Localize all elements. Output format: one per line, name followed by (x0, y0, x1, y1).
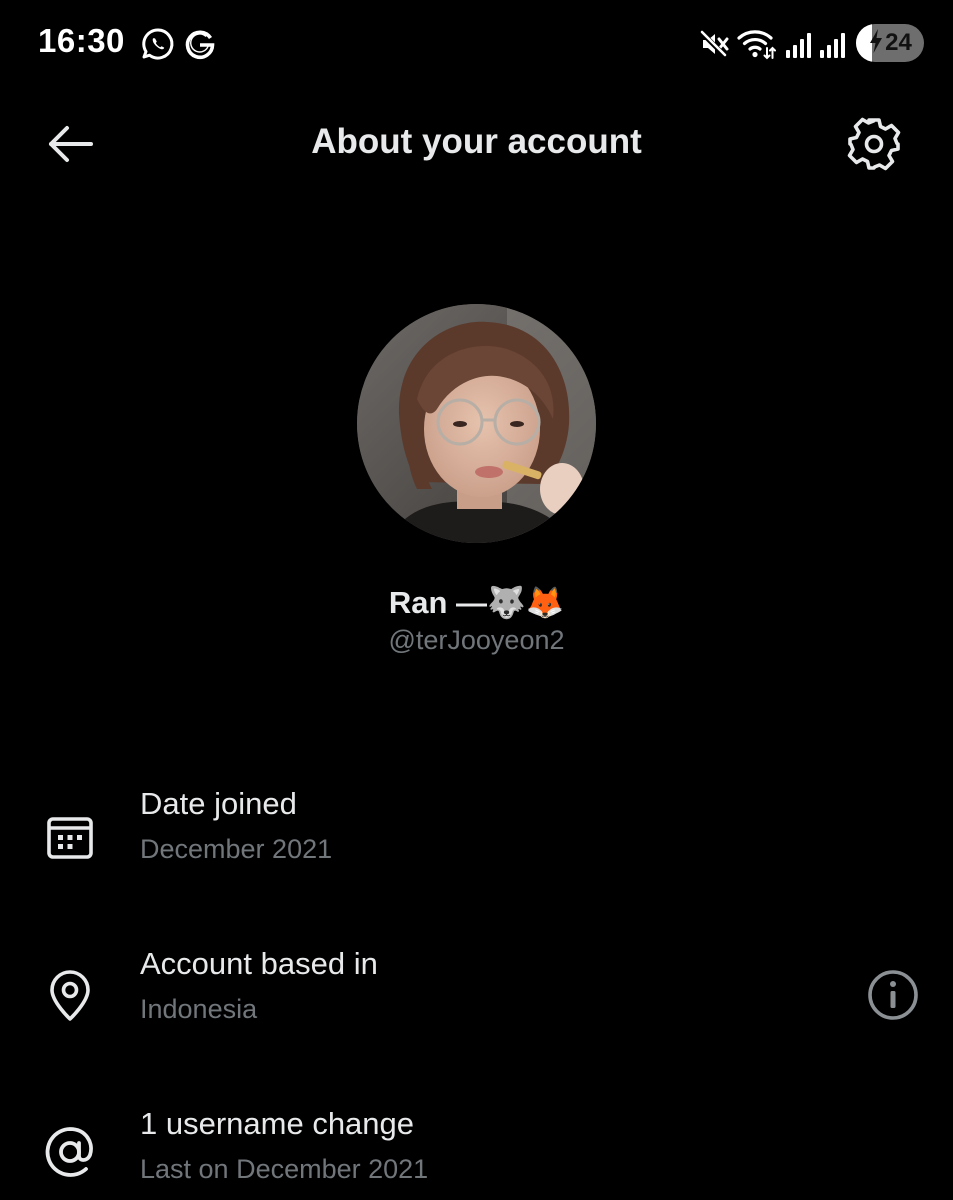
row-title: Account based in (140, 946, 378, 981)
profile-display-name: Ran —🐺🦊 (388, 585, 565, 620)
whatsapp-icon (140, 26, 176, 67)
about-account-screen: 16:30 24 About your account Ran —🐺🦊 @ter… (0, 0, 953, 1200)
at-sign-icon (42, 1124, 98, 1180)
info-button[interactable] (864, 968, 922, 1026)
row-subtitle: Last on December 2021 (140, 1154, 429, 1184)
status-bar: 16:30 24 (0, 0, 953, 86)
calendar-icon (42, 808, 98, 864)
status-time: 16:30 (38, 22, 125, 59)
battery-level: 24 (885, 29, 912, 56)
info-row-date-joined: Date joined December 2021 (0, 786, 953, 906)
location-pin-icon (42, 968, 98, 1024)
signal-icon (784, 30, 814, 65)
page-title: About your account (311, 122, 642, 161)
google-icon (182, 26, 218, 67)
wifi-icon (736, 26, 776, 65)
row-title: Date joined (140, 786, 297, 821)
info-row-account-based-in: Account based in Indonesia (0, 946, 953, 1066)
gear-icon (847, 117, 901, 176)
charging-bolt-icon (868, 28, 884, 59)
signal-icon (818, 30, 848, 65)
row-subtitle: Indonesia (140, 994, 258, 1024)
settings-button[interactable] (840, 114, 908, 178)
vibrate-mute-icon (698, 28, 730, 65)
row-title: 1 username change (140, 1106, 415, 1141)
profile-username: @terJooyeon2 (388, 625, 565, 655)
row-subtitle: December 2021 (140, 834, 333, 864)
info-icon (866, 968, 920, 1027)
info-row-username-change: 1 username change Last on December 2021 (0, 1106, 953, 1200)
profile-avatar[interactable] (357, 304, 596, 543)
top-app-bar: About your account (0, 100, 953, 190)
battery-indicator: 24 (856, 24, 924, 62)
